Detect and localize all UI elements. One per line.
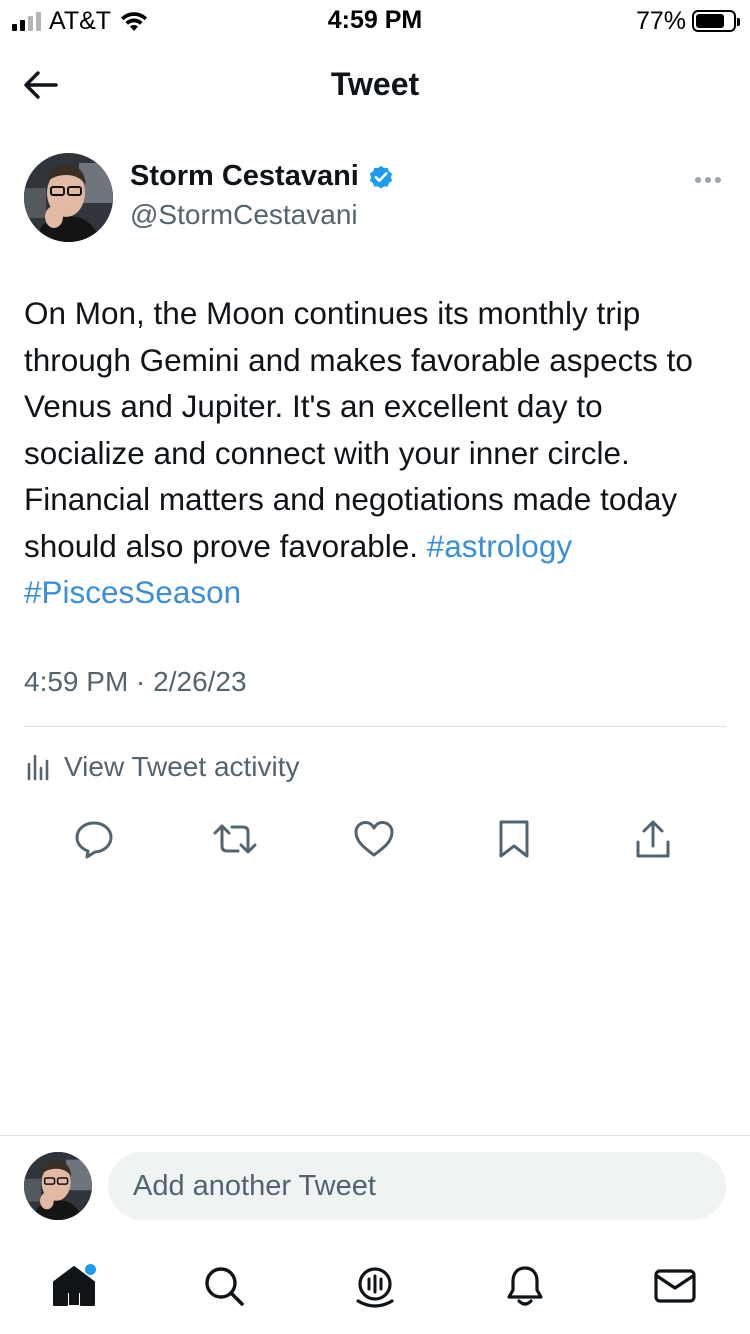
analytics-icon bbox=[27, 754, 49, 781]
retweet-icon bbox=[213, 824, 257, 854]
author-name[interactable]: Storm Cestavani bbox=[130, 160, 359, 193]
tab-messages[interactable] bbox=[649, 1260, 701, 1312]
battery-percent: 77% bbox=[635, 6, 686, 35]
tweet-actions-bar bbox=[0, 812, 750, 866]
tab-search[interactable] bbox=[198, 1260, 250, 1312]
notifications-icon bbox=[507, 1266, 543, 1306]
hashtag-link[interactable]: #PiscesSeason bbox=[24, 574, 241, 610]
composer-avatar[interactable] bbox=[24, 1152, 92, 1220]
hashtag-link[interactable]: #astrology bbox=[427, 528, 572, 564]
status-right: 77% bbox=[635, 6, 740, 36]
activity-label: View Tweet activity bbox=[64, 751, 300, 782]
messages-icon bbox=[654, 1269, 696, 1303]
author-avatar[interactable] bbox=[24, 153, 113, 242]
divider bbox=[24, 726, 726, 727]
battery-level bbox=[696, 14, 724, 28]
top-nav-bar: Tweet bbox=[0, 52, 750, 116]
composer-divider bbox=[0, 1135, 750, 1136]
status-bar: AT&T 4:59 PM 77% bbox=[0, 0, 750, 42]
tweet-text: On Mon, the Moon continues its monthly t… bbox=[24, 290, 728, 616]
search-icon bbox=[205, 1267, 244, 1306]
view-tweet-activity-button[interactable]: View Tweet activity bbox=[24, 745, 300, 789]
home-badge-dot bbox=[85, 1264, 96, 1275]
tweet-timestamp: 4:59 PM · 2/26/23 bbox=[24, 666, 247, 697]
avatar-photo bbox=[24, 1152, 92, 1220]
avatar-photo bbox=[24, 153, 113, 242]
battery-icon bbox=[692, 10, 740, 32]
tab-home[interactable] bbox=[48, 1260, 100, 1312]
reply-icon bbox=[75, 821, 113, 859]
author-name-row[interactable]: Storm Cestavani bbox=[130, 160, 395, 193]
bookmark-icon bbox=[499, 820, 529, 858]
reply-button[interactable] bbox=[67, 812, 121, 866]
page-title: Tweet bbox=[330, 66, 420, 102]
share-button[interactable] bbox=[626, 812, 680, 866]
verified-badge-icon bbox=[369, 165, 392, 189]
tab-notifications[interactable] bbox=[499, 1260, 551, 1312]
like-icon bbox=[354, 821, 394, 857]
share-icon bbox=[636, 820, 670, 858]
spaces-icon bbox=[356, 1267, 394, 1308]
more-options-icon[interactable] bbox=[690, 170, 726, 190]
tab-spaces[interactable] bbox=[349, 1260, 401, 1312]
like-button[interactable] bbox=[347, 812, 401, 866]
retweet-button[interactable] bbox=[208, 812, 262, 866]
bottom-tab-bar bbox=[0, 1250, 750, 1320]
bookmark-button[interactable] bbox=[487, 812, 541, 866]
tweet-body-text: On Mon, the Moon continues its monthly t… bbox=[24, 295, 693, 564]
reply-composer-input[interactable] bbox=[108, 1152, 726, 1220]
author-handle[interactable]: @StormCestavani bbox=[130, 199, 358, 231]
